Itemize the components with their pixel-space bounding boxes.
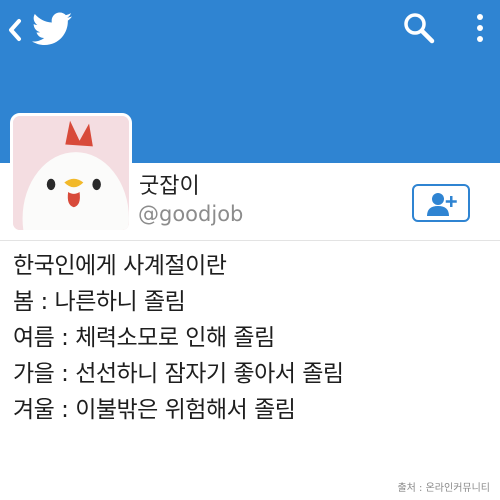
- follow-button[interactable]: [412, 184, 470, 222]
- tweet-line: 여름 : 체력소모로 인해 졸림: [13, 325, 275, 351]
- tweet-text: 한국인에게 사계절이란 봄 : 나른하니 졸림 여름 : 체력소모로 인해 졸림…: [13, 248, 493, 428]
- avatar[interactable]: [10, 113, 132, 233]
- divider: [0, 240, 500, 241]
- display-name: 굿잡이: [139, 174, 200, 199]
- add-user-icon: [427, 193, 457, 216]
- search-icon[interactable]: [402, 11, 436, 45]
- tweet-line: 봄 : 나른하니 졸림: [13, 289, 186, 315]
- tweet-line: 겨울 : 이불밖은 위험해서 졸림: [13, 397, 296, 423]
- twitter-bird-icon[interactable]: [32, 11, 72, 47]
- source-credit: 출처 : 온라인커뮤니티: [397, 483, 490, 494]
- chicken-avatar-image: [13, 116, 129, 230]
- tweet-line: 한국인에게 사계절이란: [13, 253, 227, 279]
- user-handle: @goodjob: [138, 202, 244, 226]
- more-icon[interactable]: [474, 11, 486, 45]
- back-icon[interactable]: [6, 16, 24, 44]
- tweet-line: 가을 : 선선하니 잠자기 좋아서 졸림: [13, 361, 344, 387]
